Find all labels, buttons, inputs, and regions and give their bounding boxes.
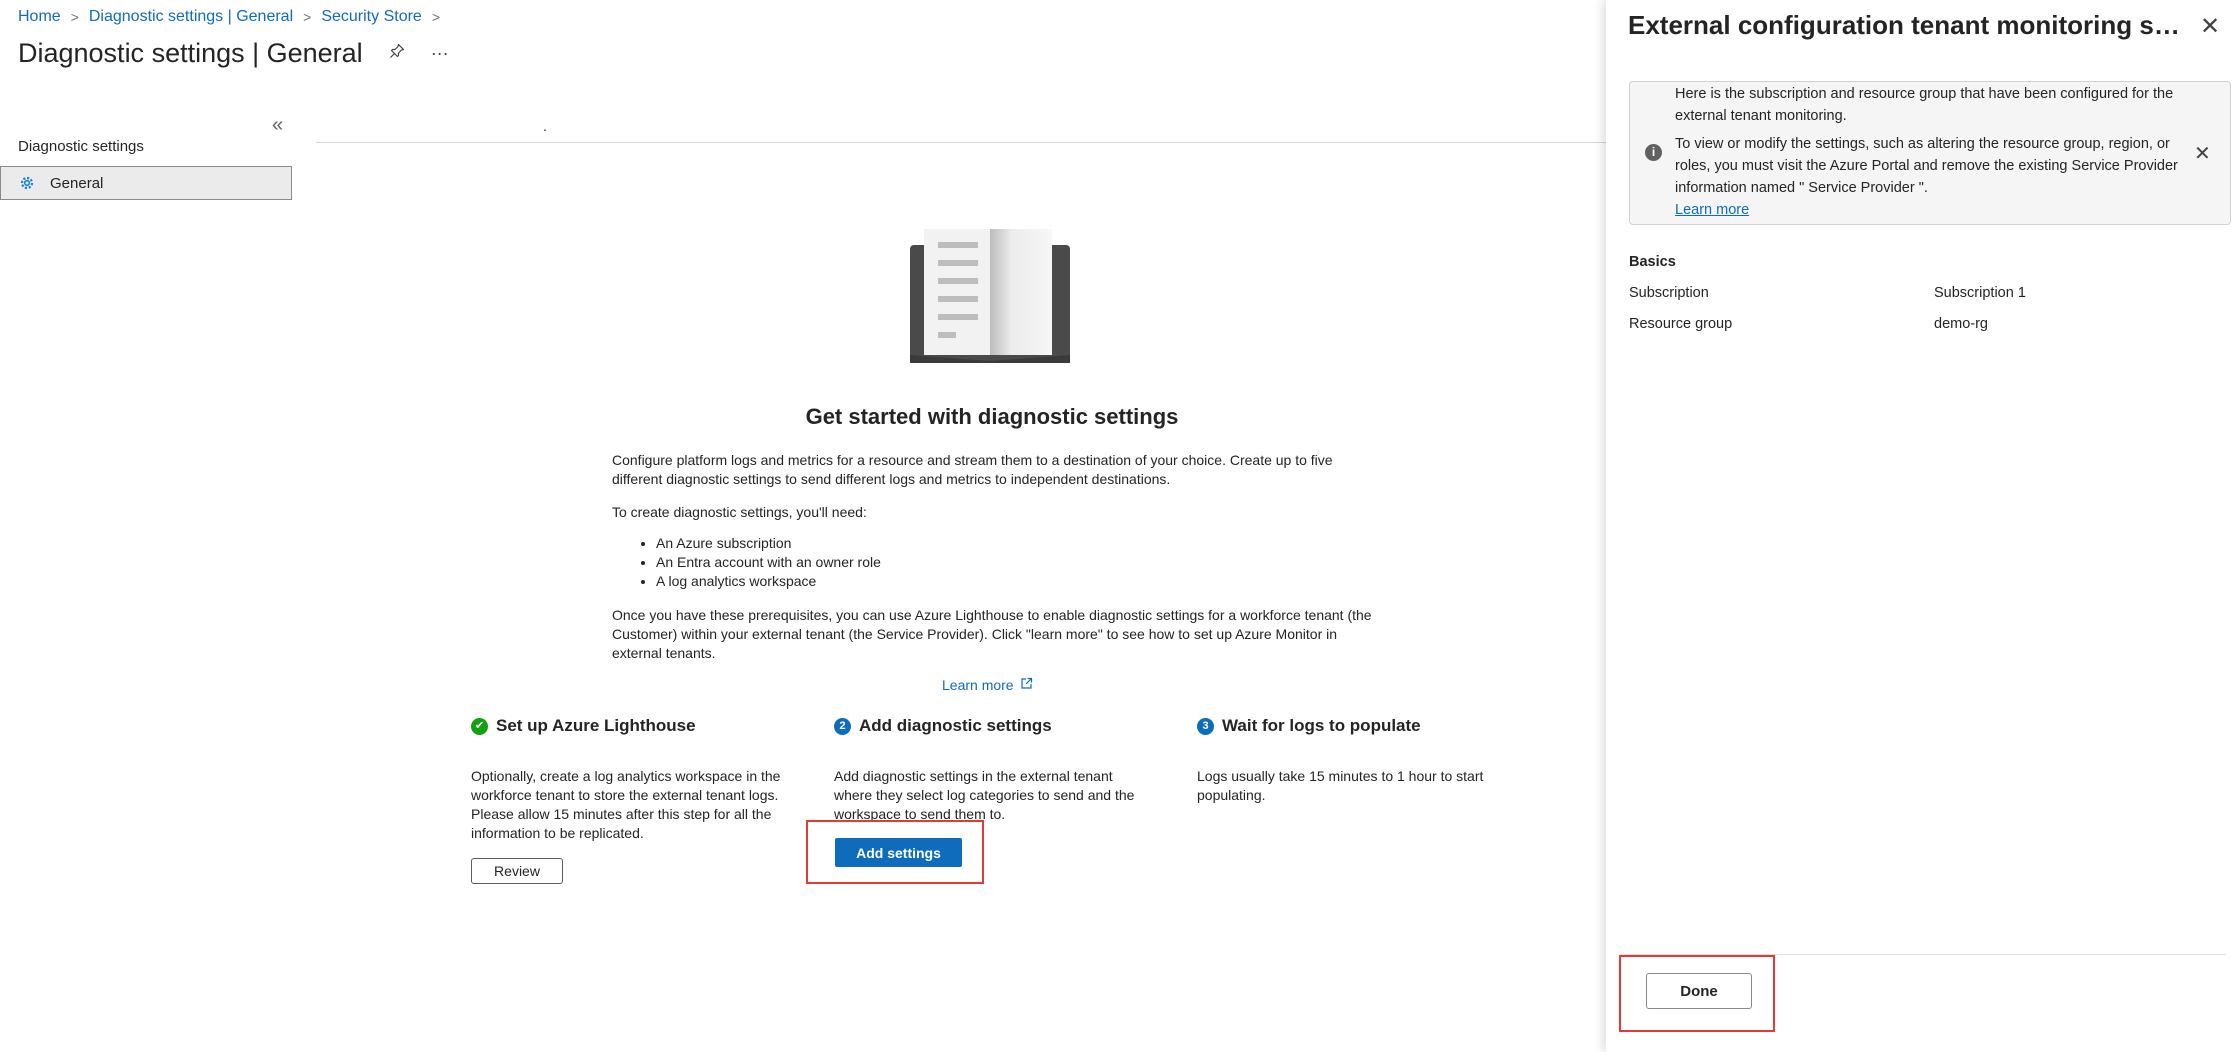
page-header: Diagnostic settings | General ···: [18, 38, 449, 69]
intro-text: Configure platform logs and metrics for …: [612, 452, 1333, 487]
breadcrumb-separator: >: [70, 9, 79, 25]
step-title: Set up Azure Lighthouse: [496, 716, 696, 735]
step-title: Add diagnostic settings: [859, 716, 1052, 735]
breadcrumb-diagnostic-settings[interactable]: Diagnostic settings | General: [89, 8, 293, 26]
prerequisites-label: To create diagnostic settings, you'll ne…: [612, 504, 867, 520]
nav-heading: Diagnostic settings: [18, 138, 144, 155]
outro-text: Once you have these prerequisites, you c…: [612, 607, 1372, 661]
step-add-diagnostic-settings: 2 Add diagnostic settings Add diagnostic…: [834, 714, 1144, 824]
highlight-box: [1619, 955, 1775, 1032]
list-item: A log analytics workspace: [656, 572, 881, 591]
review-button[interactable]: Review: [471, 858, 563, 884]
info-learn-more-link[interactable]: Learn more: [1675, 202, 1749, 218]
gear-icon: [18, 174, 36, 192]
close-icon[interactable]: ✕: [2200, 12, 2220, 41]
learn-more-link[interactable]: Learn more: [942, 677, 1033, 693]
breadcrumb-home[interactable]: Home: [18, 8, 61, 26]
main-heading: Get started with diagnostic settings: [805, 404, 1179, 429]
book-icon: [910, 225, 1070, 370]
step-lighthouse: ✔ Set up Azure Lighthouse Optionally, cr…: [471, 714, 781, 843]
step-number-icon: 2: [834, 717, 851, 735]
more-options-icon[interactable]: ···: [431, 43, 449, 64]
breadcrumb-security-store[interactable]: Security Store: [321, 8, 421, 26]
panel-title: External configuration tenant monitoring…: [1628, 10, 2188, 40]
info-icon: i: [1645, 144, 1662, 161]
step-description: Logs usually take 15 minutes to 1 hour t…: [1197, 768, 1484, 803]
sidebar-item-label: General: [50, 174, 104, 192]
breadcrumb-separator: >: [431, 9, 440, 25]
subscription-value: Subscription 1: [1934, 285, 2026, 301]
list-item: An Entra account with an owner role: [656, 553, 881, 572]
info-line-2: To view or modify the settings, such as …: [1675, 136, 2178, 196]
step-description: Add diagnostic settings in the external …: [834, 768, 1135, 822]
dismiss-icon[interactable]: ✕: [2194, 141, 2211, 166]
subscription-label: Subscription: [1629, 285, 1709, 301]
breadcrumb: Home > Diagnostic settings | General > S…: [18, 8, 450, 26]
basics-heading: Basics: [1629, 254, 1676, 270]
prerequisites-list: An Azure subscription An Entra account w…: [630, 534, 881, 591]
resource-group-label: Resource group: [1629, 316, 1733, 332]
step-wait-for-logs: 3 Wait for logs to populate Logs usually…: [1197, 714, 1507, 805]
dot-mark: .: [543, 118, 547, 134]
sidebar-item-general[interactable]: General: [0, 166, 292, 200]
step-description: Optionally, create a log analytics works…: [471, 768, 781, 841]
resource-group-value: demo-rg: [1934, 316, 1988, 332]
collapse-icon[interactable]: «: [272, 114, 283, 137]
external-link-icon: [1020, 677, 1033, 693]
breadcrumb-separator: >: [303, 9, 312, 25]
pin-icon[interactable]: [389, 43, 405, 64]
info-text: Here is the subscription and resource gr…: [1675, 83, 2195, 221]
info-line-1: Here is the subscription and resource gr…: [1675, 86, 2174, 124]
page-title: Diagnostic settings | General: [18, 38, 363, 68]
content-divider: [316, 142, 1606, 143]
list-item: An Azure subscription: [656, 534, 881, 553]
learn-more-label: Learn more: [942, 677, 1014, 693]
step-title: Wait for logs to populate: [1222, 716, 1421, 735]
step-number-icon: 3: [1197, 717, 1214, 735]
check-icon: ✔: [471, 717, 488, 735]
highlight-box: [806, 820, 984, 884]
